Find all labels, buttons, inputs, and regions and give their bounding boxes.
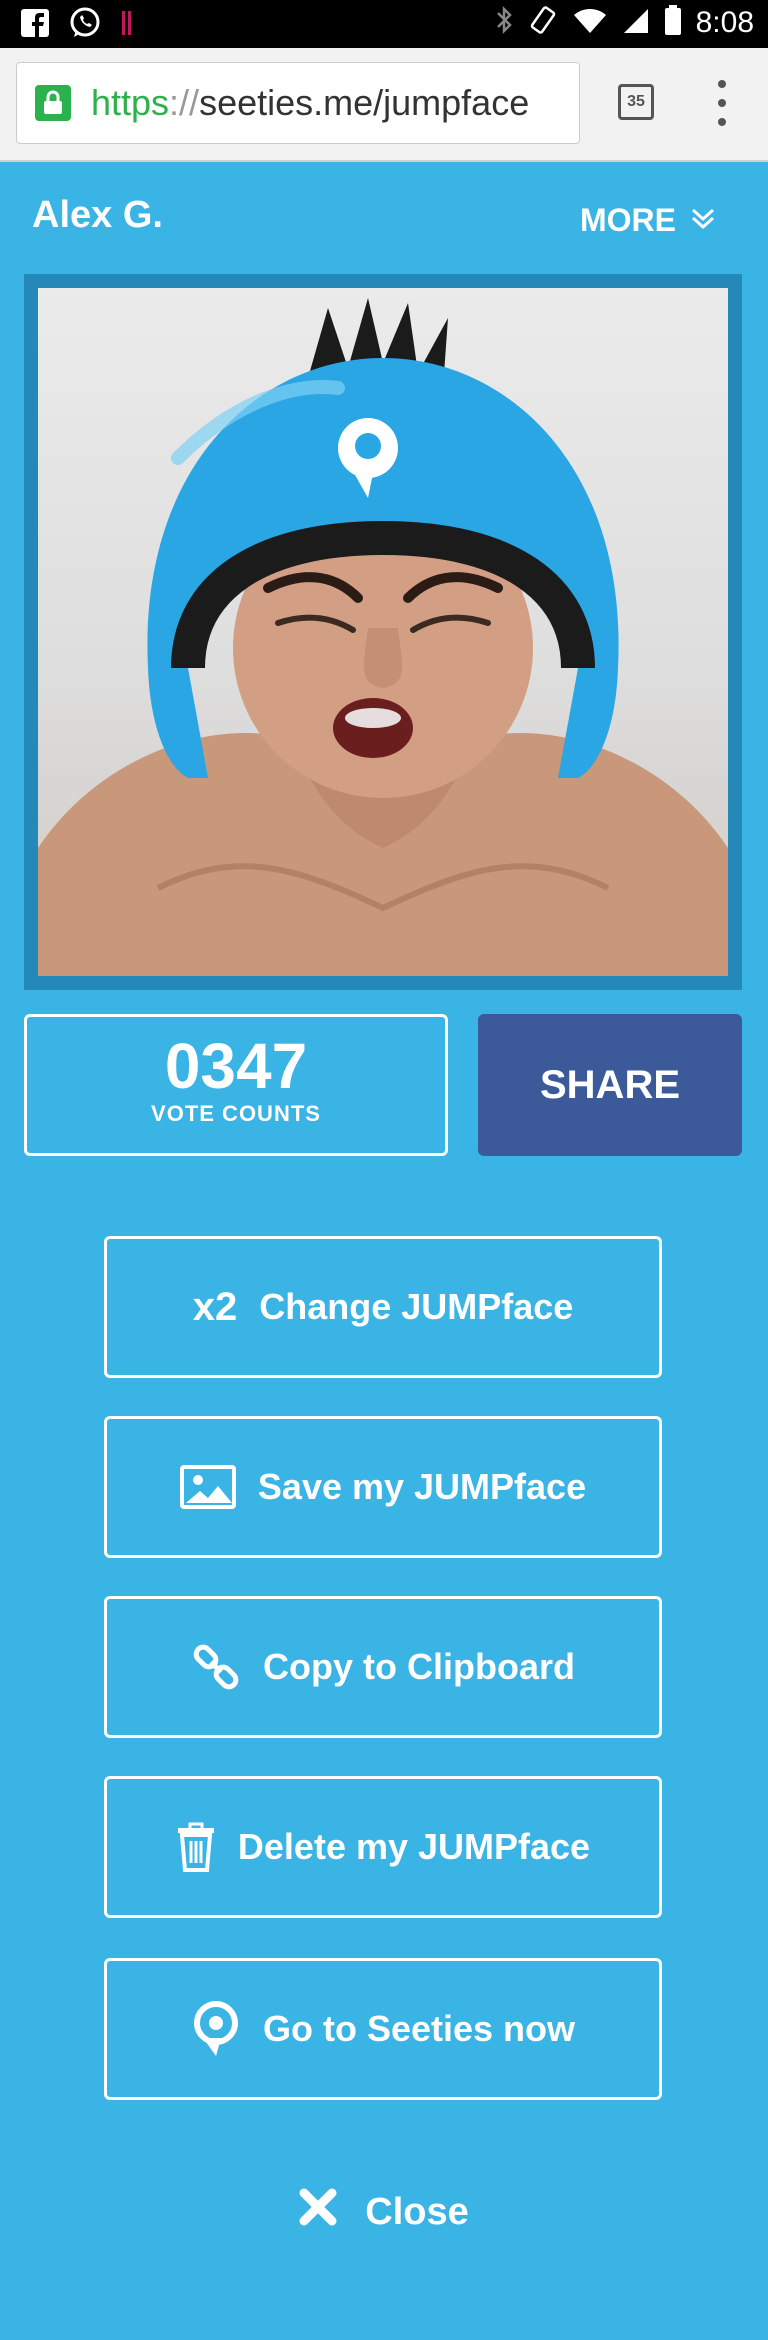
url-field[interactable]: https://seeties.me/jumpface bbox=[16, 62, 580, 144]
vote-count-label: VOTE COUNTS bbox=[151, 1101, 321, 1126]
status-bar: 8:08 bbox=[0, 0, 768, 48]
facebook-icon bbox=[20, 8, 50, 43]
whatsapp-icon bbox=[68, 6, 102, 45]
jumpface-photo bbox=[38, 288, 728, 976]
trash-icon bbox=[176, 1822, 216, 1872]
url-separator: :// bbox=[169, 82, 200, 123]
tab-switcher-button[interactable]: 35 bbox=[618, 84, 654, 120]
close-icon bbox=[299, 2188, 337, 2236]
image-icon bbox=[179, 1465, 236, 1509]
go-to-seeties-label: Go to Seeties now bbox=[262, 2008, 576, 2049]
url-host: seeties.me/jumpface bbox=[199, 82, 530, 123]
signal-icon bbox=[622, 5, 650, 40]
wifi-icon bbox=[572, 5, 608, 40]
notification-icon bbox=[120, 8, 132, 43]
bluetooth-icon bbox=[494, 4, 514, 41]
copy-clipboard-button[interactable]: Copy to Clipboard bbox=[104, 1596, 662, 1738]
go-to-seeties-button[interactable]: Go to Seeties now bbox=[104, 1958, 662, 2100]
save-jumpface-button[interactable]: Save my JUMPface bbox=[104, 1416, 662, 1558]
link-icon bbox=[191, 1642, 241, 1692]
multiplier-badge: x2 bbox=[192, 1284, 238, 1329]
delete-jumpface-label: Delete my JUMPface bbox=[237, 1826, 591, 1867]
browser-toolbar: https://seeties.me/jumpface 35 bbox=[0, 48, 768, 162]
jumpface-frame bbox=[24, 274, 742, 990]
lock-icon bbox=[35, 85, 71, 121]
save-jumpface-label: Save my JUMPface bbox=[257, 1466, 587, 1507]
clock: 8:08 bbox=[695, 5, 754, 39]
delete-jumpface-button[interactable]: Delete my JUMPface bbox=[104, 1776, 662, 1918]
url-text: https://seeties.me/jumpface bbox=[91, 82, 529, 124]
more-button[interactable]: MORE bbox=[580, 202, 716, 239]
vote-count: 0347 bbox=[164, 1030, 308, 1102]
close-label: Close bbox=[365, 2190, 469, 2233]
copy-clipboard-label: Copy to Clipboard bbox=[263, 1646, 575, 1687]
battery-icon bbox=[664, 4, 682, 41]
share-button[interactable]: SHARE bbox=[478, 1014, 742, 1156]
seeties-logo-icon bbox=[191, 2000, 241, 2058]
rotate-icon bbox=[528, 5, 558, 40]
url-scheme: https bbox=[91, 82, 170, 123]
vote-count-box: 0347 VOTE COUNTS bbox=[24, 1014, 448, 1156]
change-jumpface-button[interactable]: x2 Change JUMPface bbox=[104, 1236, 662, 1378]
more-label: MORE bbox=[580, 202, 676, 238]
overflow-menu-icon[interactable] bbox=[712, 80, 732, 126]
user-name: Alex G. bbox=[32, 194, 163, 236]
double-chevron-down-icon bbox=[690, 202, 716, 239]
change-jumpface-label: Change JUMPface bbox=[259, 1286, 574, 1327]
close-button[interactable]: Close bbox=[0, 2180, 768, 2244]
